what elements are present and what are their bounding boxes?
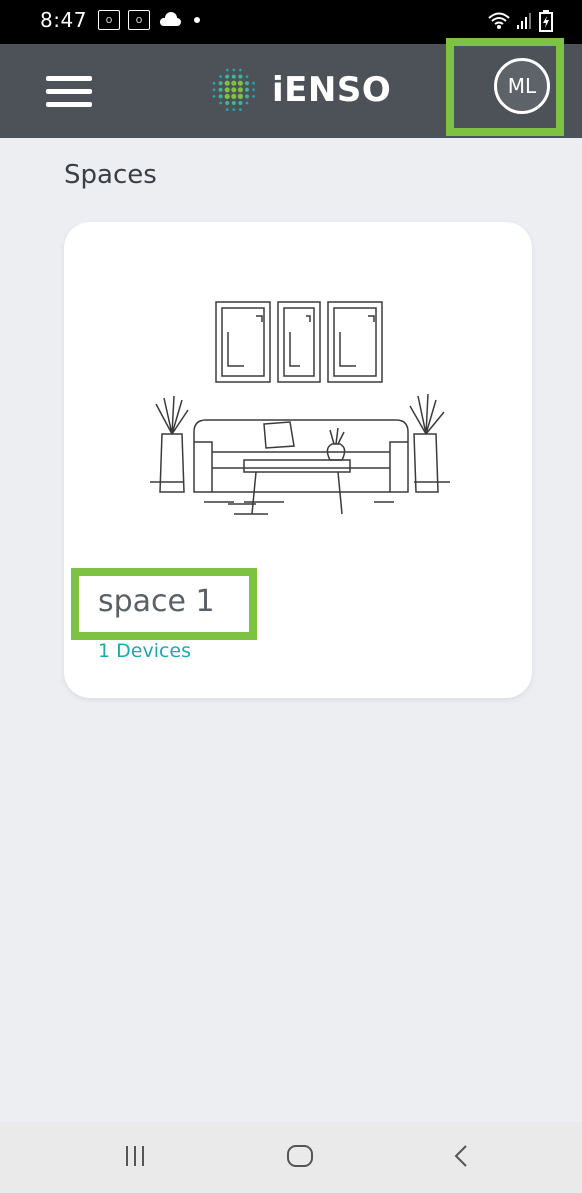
outlook-icon: O — [128, 10, 150, 30]
signal-icon — [517, 13, 531, 29]
battery-icon — [539, 10, 553, 32]
ienso-logo-icon — [212, 68, 255, 111]
back-icon[interactable] — [452, 1144, 470, 1168]
space-name: space 1 — [98, 584, 215, 619]
wifi-icon — [488, 12, 510, 29]
user-avatar-button[interactable]: ML — [494, 58, 550, 114]
status-time: 8:47 — [40, 8, 87, 32]
dot-icon — [194, 17, 200, 23]
outlook-icon: O — [98, 10, 120, 30]
page-title: Spaces — [64, 160, 157, 190]
cloud-icon — [159, 12, 181, 26]
recent-apps-icon[interactable] — [124, 1144, 146, 1168]
system-nav-bar — [0, 1122, 582, 1193]
home-icon[interactable] — [286, 1144, 314, 1168]
space-card[interactable]: space 1 1 Devices — [64, 222, 532, 698]
logo-text: iENSO — [272, 70, 392, 110]
app-logo: iENSO — [206, 62, 391, 118]
device-count: 1 Devices — [98, 640, 192, 662]
living-room-illustration — [150, 301, 450, 515]
hamburger-menu-icon[interactable] — [46, 76, 92, 108]
